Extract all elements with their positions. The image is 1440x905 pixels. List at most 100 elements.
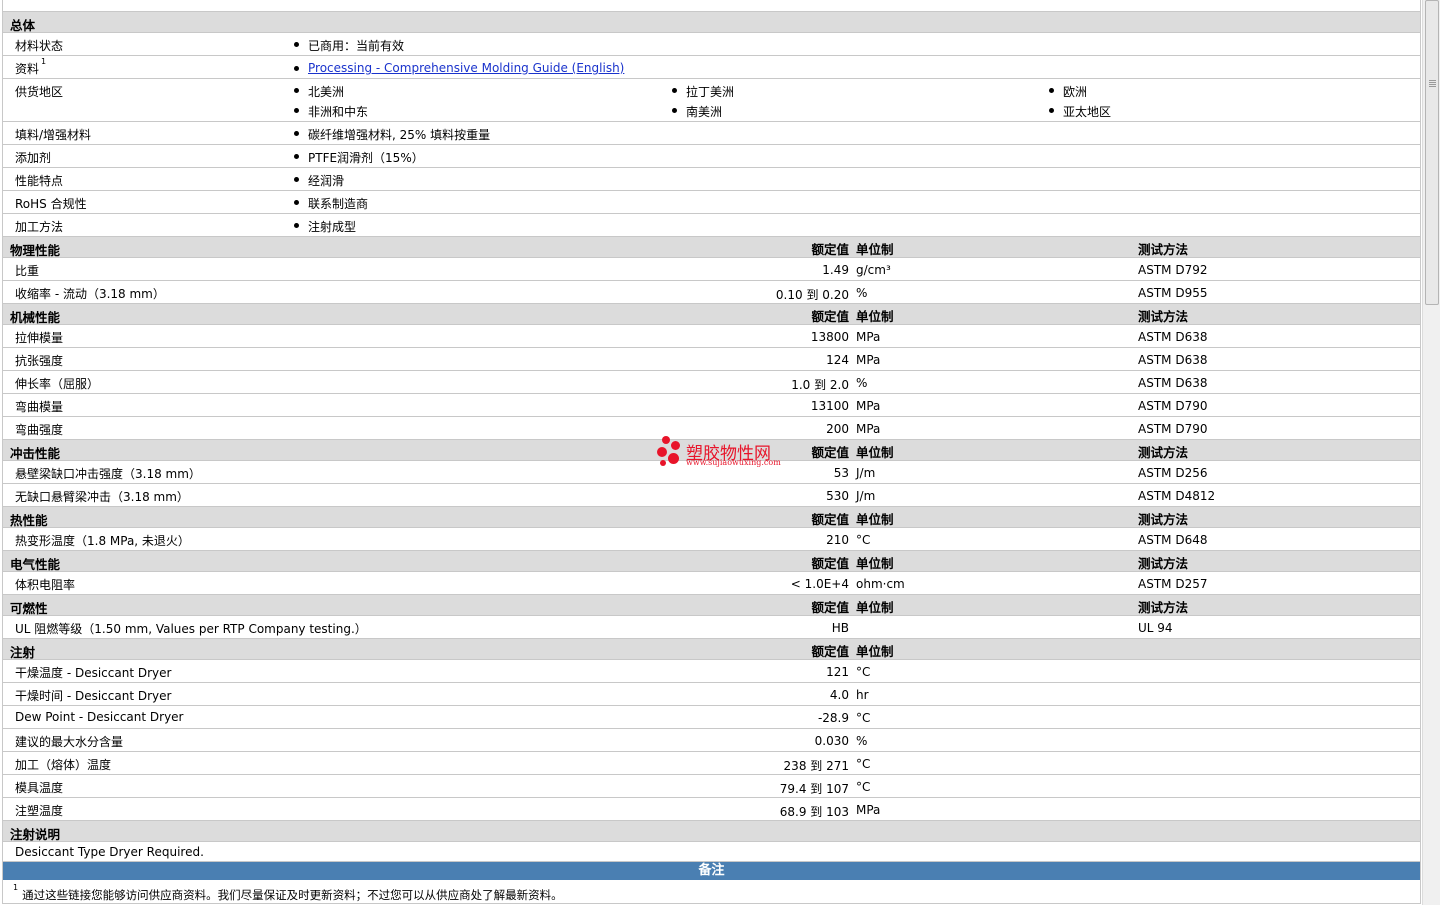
property-unit: °C: [856, 780, 871, 794]
region-item: 亚太地区: [1048, 105, 1112, 119]
row-filler: 填料/增强材料 碳纤维增强材料, 25% 填料按重量: [3, 122, 1420, 145]
property-label: 收缩率 - 流动（3.18 mm）: [15, 287, 165, 301]
row-additive: 添加剂 PTFE润滑剂（15%）: [3, 145, 1420, 168]
property-row: 拉伸模量 13800 MPa ASTM D638: [3, 325, 1420, 348]
property-value: 13100: [810, 399, 849, 413]
col-header-method: 测试方法: [1138, 600, 1189, 615]
property-label: 弯曲模量: [15, 400, 64, 414]
property-row: 伸长率（屈服） 1.0 到 2.0 % ASTM D638: [3, 371, 1420, 394]
section-header-injection: 注射 额定值 单位制: [3, 639, 1420, 660]
footnote-text: 1通过这些链接您能够访问供应商资料。我们尽量保证及时更新资料；不过您可以从供应商…: [13, 883, 563, 902]
property-label: 热变形温度（1.8 MPa, 未退火）: [15, 534, 190, 548]
property-unit: °C: [856, 533, 871, 547]
row-regions: 供货地区 北美洲 拉丁美洲 欧洲 非洲和中东 南美洲 亚太地区: [3, 79, 1420, 122]
property-method: ASTM D638: [1138, 376, 1208, 390]
col-header-method: 测试方法: [1138, 556, 1189, 571]
property-row: 模具温度 79.4 到 107 °C: [3, 775, 1420, 798]
section-title: 总体: [10, 18, 36, 33]
region-item: 非洲和中东: [293, 105, 369, 119]
row-label: 加工方法: [15, 220, 64, 234]
property-value: 200: [826, 422, 849, 436]
region-item: 南美洲: [671, 105, 723, 119]
section-title: 注射: [10, 645, 36, 660]
property-method: ASTM D256: [1138, 466, 1208, 480]
section-header-mechanical: 机械性能 额定值 单位制 测试方法: [3, 304, 1420, 325]
row-rohs: RoHS 合规性 联系制造商: [3, 191, 1420, 214]
property-value: 1.49: [822, 263, 849, 277]
property-unit: MPa: [856, 399, 881, 413]
col-header-value: 额定值: [811, 445, 849, 460]
property-value: 124: [826, 353, 849, 367]
row-label: RoHS 合规性: [15, 197, 87, 211]
injection-note-row: Desiccant Type Dryer Required.: [3, 842, 1420, 862]
property-label: 伸长率（屈服）: [15, 377, 100, 391]
property-unit: MPa: [856, 422, 881, 436]
property-value: 13800: [810, 330, 849, 344]
property-unit: %: [856, 734, 868, 748]
section-header-flammability: 可燃性 额定值 单位制 测试方法: [3, 595, 1420, 616]
property-row: 无缺口悬臂梁冲击（3.18 mm） 530 J/m ASTM D4812: [3, 484, 1420, 507]
property-value: 53: [833, 466, 849, 480]
region-item: 拉丁美洲: [671, 85, 735, 99]
property-method: ASTM D4812: [1138, 489, 1216, 503]
row-label: 供货地区: [15, 85, 64, 99]
section-title: 物理性能: [10, 243, 61, 258]
watermark-dots-icon: [657, 436, 683, 468]
property-row: UL 阻燃等级（1.50 mm, Values per RTP Company …: [3, 616, 1420, 639]
property-label: 注塑温度: [15, 804, 64, 818]
col-header-unit: 单位制: [856, 242, 894, 257]
property-row: 抗张强度 124 MPa ASTM D638: [3, 348, 1420, 371]
property-row: 比重 1.49 g/cm³ ASTM D792: [3, 258, 1420, 281]
row-value: 经润滑: [293, 174, 345, 188]
col-header-method: 测试方法: [1138, 242, 1189, 257]
property-label: 比重: [15, 264, 40, 278]
col-header-value: 额定值: [811, 242, 849, 257]
property-method: ASTM D638: [1138, 330, 1208, 344]
col-header-unit: 单位制: [856, 309, 894, 324]
footnote-marker: 1: [13, 883, 19, 893]
property-unit: hr: [856, 688, 869, 702]
property-value: < 1.0E+4: [790, 577, 849, 591]
property-label: 弯曲强度: [15, 423, 64, 437]
col-header-unit: 单位制: [856, 556, 894, 571]
property-unit: °C: [856, 711, 871, 725]
property-value: HB: [831, 621, 849, 635]
section-header-general: 总体: [3, 12, 1420, 33]
section-title: 电气性能: [10, 557, 61, 572]
row-value: 联系制造商: [293, 197, 369, 211]
vertical-scrollbar[interactable]: [1422, 0, 1440, 905]
col-header-unit: 单位制: [856, 512, 894, 527]
property-value: 1.0 到 2.0: [791, 378, 849, 392]
row-value: 已商用：当前有效: [293, 39, 405, 53]
property-method: ASTM D790: [1138, 399, 1208, 413]
col-header-value: 额定值: [811, 309, 849, 324]
row-processing-method: 加工方法 注射成型: [3, 214, 1420, 237]
property-method: ASTM D638: [1138, 353, 1208, 367]
notes-row: 1通过这些链接您能够访问供应商资料。我们尽量保证及时更新资料；不过您可以从供应商…: [3, 880, 1420, 904]
property-unit: g/cm³: [856, 263, 891, 277]
top-strip: [3, 0, 1420, 12]
col-header-method: 测试方法: [1138, 445, 1189, 460]
watermark-url: www.sujiaowuxing.com: [686, 458, 781, 467]
property-label: 加工（熔体）温度: [15, 758, 112, 772]
property-row: 建议的最大水分含量 0.030 %: [3, 729, 1420, 752]
injection-note-text: Desiccant Type Dryer Required.: [15, 845, 204, 859]
section-title: 可燃性: [10, 601, 48, 616]
property-unit: MPa: [856, 330, 881, 344]
property-unit: ohm·cm: [856, 577, 905, 591]
property-method: UL 94: [1138, 621, 1173, 635]
col-header-method: 测试方法: [1138, 512, 1189, 527]
row-material-status: 材料状态 已商用：当前有效: [3, 33, 1420, 56]
row-value: 碳纤维增强材料, 25% 填料按重量: [293, 128, 491, 142]
property-method: ASTM D792: [1138, 263, 1208, 277]
property-value: 0.030: [814, 734, 849, 748]
property-unit: %: [856, 286, 868, 300]
property-row: 弯曲模量 13100 MPa ASTM D790: [3, 394, 1420, 417]
property-label: 悬壁梁缺口冲击强度（3.18 mm）: [15, 467, 201, 481]
property-value: 0.10 到 0.20: [775, 288, 849, 302]
section-title: 热性能: [10, 513, 48, 528]
section-header-electrical: 电气性能 额定值 单位制 测试方法: [3, 551, 1420, 572]
scrollbar-thumb[interactable]: [1425, 0, 1439, 305]
property-row: Dew Point - Desiccant Dryer -28.9 °C: [3, 706, 1420, 729]
molding-guide-link[interactable]: Processing - Comprehensive Molding Guide…: [293, 61, 624, 75]
